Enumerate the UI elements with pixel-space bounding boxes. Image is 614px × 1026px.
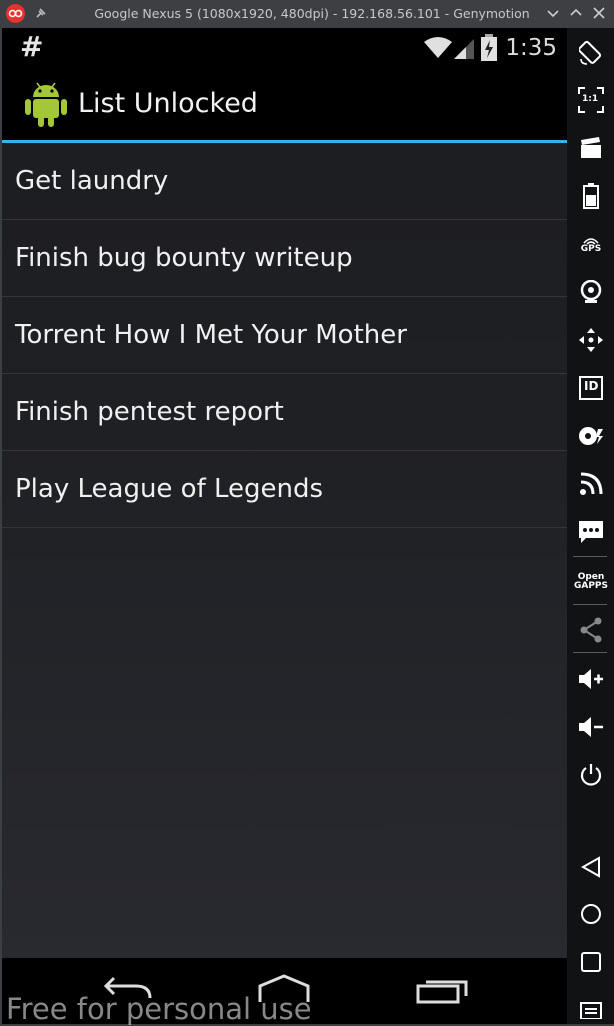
window-titlebar: Google Nexus 5 (1080x1920, 480dpi) - 192… (0, 0, 614, 28)
toolbar-divider (573, 604, 607, 605)
screencast-icon[interactable] (577, 134, 605, 162)
todo-list: Get laundry Finish bug bounty writeup To… (2, 143, 567, 528)
list-item[interactable]: Play League of Legends (2, 451, 567, 528)
status-clock: 1:35 (505, 35, 557, 61)
home-icon[interactable] (577, 900, 605, 928)
device-id-icon[interactable]: ID (577, 374, 605, 402)
notification-hash-icon: # (20, 30, 44, 63)
battery-icon[interactable] (577, 182, 605, 210)
toolbar-divider (573, 556, 607, 557)
open-gapps-icon[interactable]: Open GAPPS (572, 568, 610, 596)
list-item[interactable]: Finish pentest report (2, 374, 567, 451)
list-item[interactable]: Get laundry (2, 143, 567, 220)
watermark: Free for personal use (6, 992, 312, 1026)
wifi-icon (423, 36, 453, 64)
list-item[interactable]: Finish bug bounty writeup (2, 220, 567, 297)
back-icon[interactable] (577, 853, 605, 881)
pixel-perfect-icon[interactable]: 1:1 (577, 86, 605, 114)
list-item[interactable]: Torrent How I Met Your Mother (2, 297, 567, 374)
gps-icon[interactable]: GPS (577, 230, 605, 258)
page-title: List Unlocked (78, 88, 258, 119)
emulator-toolbar: 1:1 GPS ID Open GAPPS (567, 28, 614, 1024)
power-icon[interactable] (577, 761, 605, 789)
rotate-icon[interactable] (577, 38, 605, 66)
camera-icon[interactable] (577, 278, 605, 306)
battery-icon (480, 34, 498, 66)
menu-icon[interactable] (577, 994, 605, 1022)
sms-icon[interactable] (577, 518, 605, 546)
volume-up-icon[interactable] (577, 665, 605, 693)
action-bar: List Unlocked (2, 68, 567, 143)
signal-icon (452, 38, 476, 64)
device-screen: # 1:35 List Unlocked Get laundry Finish … (2, 28, 567, 1024)
network-icon[interactable] (577, 470, 605, 498)
chevron-up-icon[interactable] (569, 6, 583, 20)
disk-io-icon[interactable] (577, 422, 605, 450)
window-title: Google Nexus 5 (1080x1920, 480dpi) - 192… (94, 6, 530, 21)
close-icon[interactable] (592, 6, 606, 20)
chevron-down-icon[interactable] (546, 6, 560, 20)
remote-control-icon[interactable] (577, 326, 605, 354)
android-icon[interactable] (24, 80, 68, 128)
volume-down-icon[interactable] (577, 713, 605, 741)
status-bar: # 1:35 (2, 28, 567, 68)
share-icon[interactable] (577, 616, 605, 644)
toolbar-divider (573, 652, 607, 653)
recents-icon[interactable] (577, 948, 605, 976)
recents-icon[interactable] (412, 972, 472, 1016)
